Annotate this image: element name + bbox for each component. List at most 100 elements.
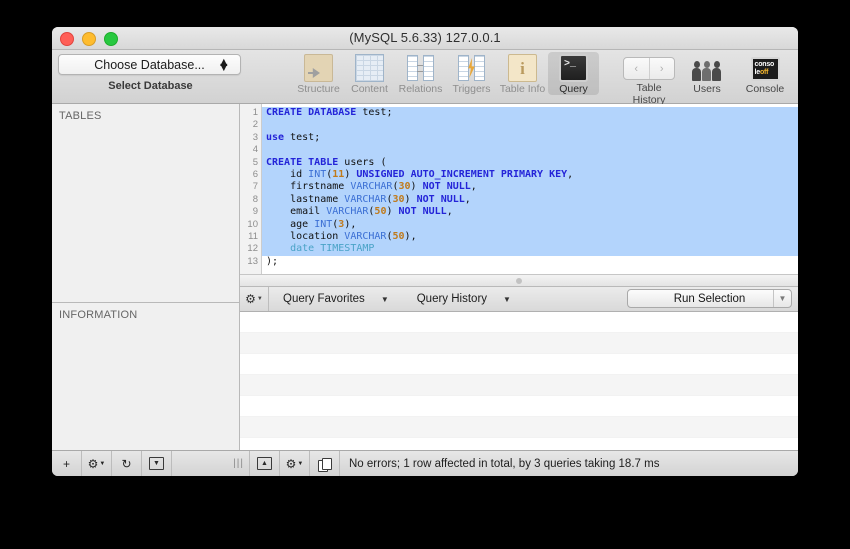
toolbar: Choose Database... ▲▼ Select Database St…	[52, 50, 798, 104]
line-number-gutter: 1 2 3 4 5 6 7 8 9 10 11 12 13	[240, 104, 262, 274]
screen: (MySQL 5.6.33) 127.0.0.1 Choose Database…	[0, 0, 850, 549]
tab-relations[interactable]: Relations	[395, 52, 446, 95]
export-button[interactable]: ▲	[250, 451, 280, 476]
line-number: 4	[240, 144, 261, 156]
table-info-icon	[508, 54, 537, 82]
tab-content[interactable]: Content	[344, 52, 395, 95]
resize-grip[interactable]: |||	[172, 451, 250, 476]
tab-triggers-label: Triggers	[446, 83, 497, 95]
sql-editor[interactable]: 1 2 3 4 5 6 7 8 9 10 11 12 13 CREAT	[240, 104, 798, 275]
settings-gear-button[interactable]: ⚙▼	[82, 451, 112, 476]
status-bar: + ⚙▼ ↻ ▼ ||| ▲ ⚙▼ No errors; 1 row affec…	[52, 450, 798, 476]
table-row[interactable]	[240, 333, 798, 354]
users-label: Users	[678, 83, 736, 95]
duplicate-button[interactable]	[310, 451, 340, 476]
line-number: 11	[240, 231, 261, 243]
console-icon: conso leoff	[751, 57, 780, 81]
run-selection-button[interactable]: Run Selection ▼	[627, 289, 792, 308]
table-row[interactable]	[240, 417, 798, 438]
duplicate-icon	[318, 458, 331, 470]
filter-icon: ▼	[149, 457, 164, 470]
query-terminal-icon	[559, 54, 588, 82]
query-history-label: Query History	[417, 293, 487, 305]
line-number: 3	[240, 132, 261, 144]
sql-code-area[interactable]: CREATE DATABASE test; use test; CREATE T…	[262, 104, 798, 274]
run-options-chevron-icon[interactable]: ▼	[773, 290, 791, 307]
tab-query-label: Query	[548, 83, 599, 95]
window-title: (MySQL 5.6.33) 127.0.0.1	[52, 30, 798, 45]
table-row[interactable]	[240, 375, 798, 396]
structure-icon	[304, 54, 333, 82]
line-number: 10	[240, 219, 261, 231]
results-table[interactable]	[240, 312, 798, 450]
editor-resize-handle[interactable]	[240, 275, 798, 287]
code-line: use test;	[262, 132, 798, 144]
table-history-group: ‹ › Table History	[620, 52, 678, 106]
line-number: 12	[240, 243, 261, 255]
table-row[interactable]	[240, 438, 798, 450]
main-content: 1 2 3 4 5 6 7 8 9 10 11 12 13 CREAT	[240, 104, 798, 450]
query-favorites-label: Query Favorites	[283, 293, 365, 305]
console-label: Console	[736, 83, 794, 95]
tables-pane[interactable]: TABLES	[52, 104, 239, 303]
query-action-gear-button[interactable]: ⚙▼	[240, 287, 269, 311]
add-button[interactable]: +	[52, 451, 82, 476]
code-line	[262, 119, 798, 131]
code-line: id INT(11) UNSIGNED AUTO_INCREMENT PRIMA…	[262, 169, 798, 181]
nav-arrows-icon[interactable]: ‹ ›	[623, 57, 675, 80]
filter-button[interactable]: ▼	[142, 451, 172, 476]
history-back-button[interactable]: ‹	[624, 58, 650, 79]
code-line: lastname VARCHAR(30) NOT NULL,	[262, 194, 798, 206]
results-gear-button[interactable]: ⚙▼	[280, 451, 310, 476]
sidebar: TABLES INFORMATION	[52, 104, 240, 450]
query-favorites-menu[interactable]: Query Favorites ▼	[269, 287, 403, 311]
content-grid-icon	[355, 54, 384, 82]
line-number: 5	[240, 157, 261, 169]
tab-content-label: Content	[344, 83, 395, 95]
table-row[interactable]	[240, 396, 798, 417]
tab-structure-label: Structure	[293, 83, 344, 95]
tab-query[interactable]: Query	[548, 52, 599, 95]
chevron-down-icon: ▼	[503, 295, 511, 304]
table-row[interactable]	[240, 354, 798, 375]
tab-table-info-label: Table Info	[497, 83, 548, 95]
status-message: No errors; 1 row affected in total, by 3…	[340, 458, 798, 470]
console-button[interactable]: conso leoff Console	[736, 52, 794, 95]
query-toolbar: ⚙▼ Query Favorites ▼ Query History ▼ Run…	[240, 287, 798, 312]
tab-triggers[interactable]: Triggers	[446, 52, 497, 95]
line-number: 1	[240, 107, 261, 119]
code-line: CREATE TABLE users (	[262, 157, 798, 169]
triggers-icon	[457, 54, 486, 82]
line-number: 7	[240, 181, 261, 193]
title-bar: (MySQL 5.6.33) 127.0.0.1	[52, 27, 798, 50]
relations-icon	[406, 54, 435, 82]
code-line: email VARCHAR(50) NOT NULL,	[262, 206, 798, 218]
line-number: 6	[240, 169, 261, 181]
information-title: INFORMATION	[52, 303, 239, 321]
tab-table-info[interactable]: Table Info	[497, 52, 548, 95]
refresh-button[interactable]: ↻	[112, 451, 142, 476]
history-forward-button[interactable]: ›	[650, 58, 675, 79]
export-icon: ▲	[257, 457, 272, 470]
console-icon-line1: conso	[755, 61, 775, 68]
code-line: CREATE DATABASE test;	[262, 107, 798, 119]
code-line: firstname VARCHAR(30) NOT NULL,	[262, 181, 798, 193]
tab-structure[interactable]: Structure	[293, 52, 344, 95]
code-line	[262, 144, 798, 156]
line-number: 9	[240, 206, 261, 218]
code-line: );	[262, 256, 798, 268]
choose-database-select[interactable]: Choose Database... ▲▼	[58, 54, 241, 75]
users-button[interactable]: Users	[678, 52, 736, 95]
application-window: (MySQL 5.6.33) 127.0.0.1 Choose Database…	[52, 27, 798, 476]
information-pane[interactable]: INFORMATION	[52, 303, 239, 450]
table-row[interactable]	[240, 312, 798, 333]
resize-grip-label: |||	[233, 458, 244, 469]
line-number: 13	[240, 256, 261, 268]
run-selection-label: Run Selection	[674, 293, 746, 305]
code-line: date TIMESTAMP	[262, 243, 798, 255]
code-line: age INT(3),	[262, 219, 798, 231]
console-icon-line2: leoff	[755, 69, 769, 76]
line-number: 8	[240, 194, 261, 206]
query-history-menu[interactable]: Query History ▼	[403, 287, 525, 311]
choose-database-value: Choose Database...	[94, 58, 205, 72]
